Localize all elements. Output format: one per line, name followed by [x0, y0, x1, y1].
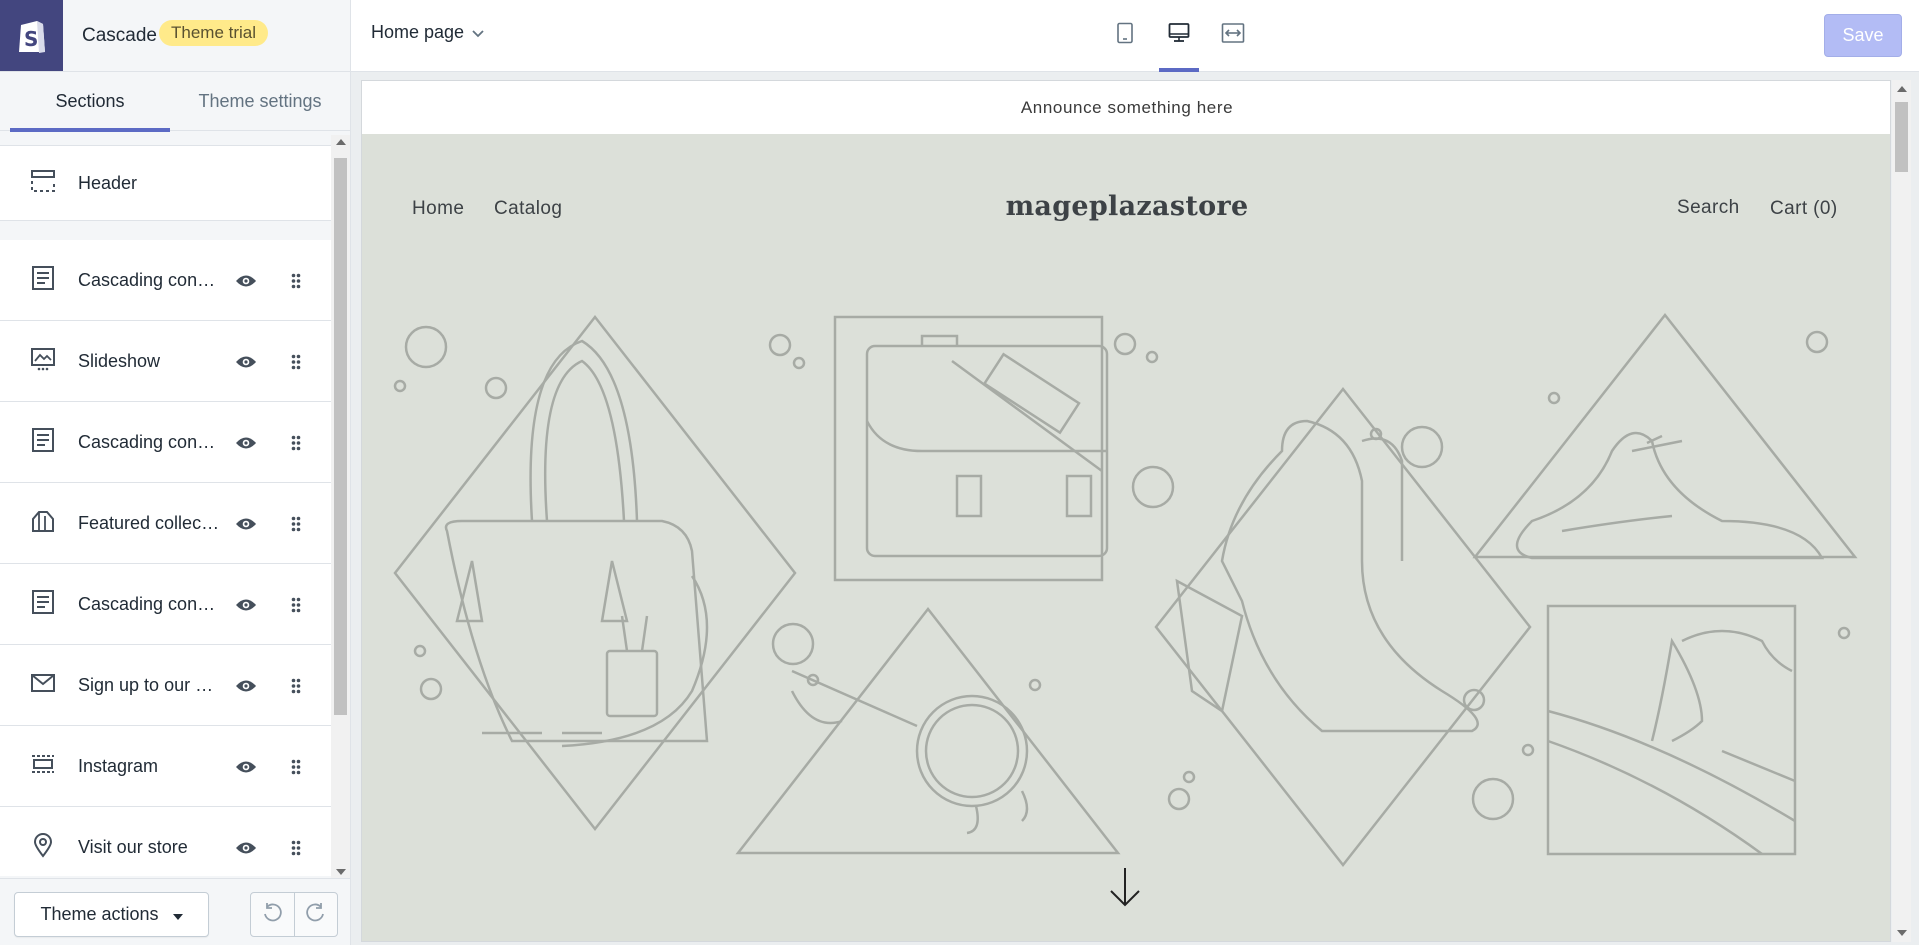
mobile-icon: [1116, 22, 1134, 49]
preview-scrollbar[interactable]: [1892, 80, 1911, 942]
feather-hat-illustration: [1547, 629, 1796, 856]
announcement-bar[interactable]: Announce something here: [362, 81, 1890, 134]
scroll-down-arrow-icon[interactable]: [1108, 866, 1142, 913]
redo-icon: [305, 901, 327, 928]
mobile-view-button[interactable]: [1098, 0, 1152, 71]
briefcase-square-shape: [833, 315, 1104, 582]
section-item-cascading-content-2[interactable]: Cascading conte...: [0, 402, 331, 483]
section-item-header[interactable]: Header: [0, 145, 331, 221]
briefcase-illustration: [865, 334, 1109, 558]
store-nav-cart[interactable]: Cart (0): [1770, 198, 1838, 220]
tab-theme-settings[interactable]: Theme settings: [180, 72, 340, 131]
visibility-eye-icon[interactable]: [233, 511, 259, 537]
decorative-circles: [393, 325, 1851, 821]
drag-handle-icon[interactable]: [286, 512, 306, 536]
drag-handle-icon[interactable]: [286, 674, 306, 698]
sidebar: Sections Theme settings Header Cascading…: [0, 72, 351, 945]
shopify-logo-icon[interactable]: S: [0, 0, 63, 71]
drag-handle-icon[interactable]: [286, 431, 306, 455]
section-label: Visit our store: [78, 836, 188, 857]
section-item-featured-collection[interactable]: Featured collecti...: [0, 483, 331, 564]
text-block-icon: [30, 265, 56, 296]
drag-handle-icon[interactable]: [286, 269, 306, 293]
theme-actions-label: Theme actions: [40, 904, 159, 924]
drag-handle-icon[interactable]: [286, 593, 306, 617]
collection-icon: [30, 508, 56, 539]
section-label: Slideshow: [78, 350, 161, 371]
redo-button[interactable]: [293, 893, 337, 936]
theme-actions-button[interactable]: Theme actions: [14, 892, 209, 937]
top-bar: S Cascade Theme trial Home page Save: [0, 0, 1919, 72]
section-label: Cascading conte...: [78, 593, 220, 614]
section-label: Sign up to our n...: [78, 674, 220, 695]
scrollbar-thumb[interactable]: [334, 158, 347, 715]
sidebar-scrollbar[interactable]: [331, 135, 350, 879]
section-item-cascading-content-1[interactable]: Cascading conte...: [0, 240, 331, 321]
section-label: Header: [78, 172, 138, 193]
visibility-eye-icon[interactable]: [233, 754, 259, 780]
section-label: Cascading conte...: [78, 431, 220, 452]
visibility-eye-icon[interactable]: [233, 673, 259, 699]
undo-button[interactable]: [251, 893, 294, 936]
visibility-eye-icon[interactable]: [233, 349, 259, 375]
scroll-down-arrow-icon[interactable]: [336, 869, 346, 875]
sidebar-tabs: Sections Theme settings: [0, 72, 350, 132]
section-label: Featured collecti...: [78, 512, 220, 533]
glasses-triangle-shape: [735, 606, 1121, 855]
scrollbar-thumb[interactable]: [1895, 102, 1908, 172]
sidebar-footer: Theme actions: [0, 878, 350, 945]
device-switcher: [1098, 0, 1260, 72]
visibility-eye-icon[interactable]: [233, 592, 259, 618]
svg-text:S: S: [24, 27, 38, 51]
tab-sections[interactable]: Sections: [10, 72, 170, 132]
scroll-down-arrow-icon[interactable]: [1897, 930, 1907, 936]
theme-name: Cascade: [82, 25, 157, 46]
section-label: Instagram: [78, 755, 159, 776]
chevron-down-icon: [472, 22, 484, 43]
visibility-eye-icon[interactable]: [233, 268, 259, 294]
text-block-icon: [30, 589, 56, 620]
undo-redo-group: [250, 892, 338, 937]
theme-brand-area: S Cascade Theme trial: [0, 0, 351, 71]
drag-handle-icon[interactable]: [286, 755, 306, 779]
hero-illustration: [393, 312, 1858, 868]
fullscreen-icon: [1221, 22, 1245, 49]
section-label: Cascading conte...: [78, 269, 220, 290]
visibility-eye-icon[interactable]: [233, 835, 259, 861]
drag-handle-icon[interactable]: [286, 836, 306, 860]
drag-handle-icon[interactable]: [286, 350, 306, 374]
glasses-illustration: [790, 669, 1029, 835]
section-item-slideshow[interactable]: Slideshow: [0, 321, 331, 402]
save-button[interactable]: Save: [1824, 14, 1902, 57]
instagram-icon: [30, 751, 56, 782]
shoe-illustration: [1515, 431, 1825, 560]
desktop-icon: [1168, 22, 1190, 49]
location-icon: [30, 832, 56, 863]
section-item-newsletter[interactable]: Sign up to our n...: [0, 645, 331, 726]
store-preview-frame[interactable]: Announce something here Home Catalog mag…: [361, 80, 1891, 942]
handbag-illustration: [444, 339, 709, 748]
undo-icon: [261, 901, 283, 928]
sections-list: Header Cascading conte... Slideshow Casc…: [0, 145, 331, 876]
section-item-visit-our-store[interactable]: Visit our store: [0, 807, 331, 876]
scroll-up-arrow-icon[interactable]: [1897, 86, 1907, 92]
header-icon: [30, 168, 56, 199]
section-item-instagram[interactable]: Instagram: [0, 726, 331, 807]
page-selector[interactable]: Home page: [371, 22, 484, 43]
store-nav-search[interactable]: Search: [1677, 197, 1740, 219]
theme-trial-badge: Theme trial: [159, 20, 269, 46]
boot-illustration: [1175, 419, 1479, 733]
fullscreen-view-button[interactable]: [1206, 0, 1260, 71]
slideshow-icon: [30, 346, 56, 377]
text-block-icon: [30, 427, 56, 458]
store-title[interactable]: mageplazastore: [362, 191, 1890, 222]
scroll-up-arrow-icon[interactable]: [336, 139, 346, 145]
section-item-cascading-content-3[interactable]: Cascading conte...: [0, 564, 331, 645]
page-selector-label: Home page: [371, 22, 465, 42]
caret-down-icon: [172, 904, 183, 925]
mail-icon: [30, 670, 56, 701]
desktop-view-button[interactable]: [1152, 0, 1206, 72]
visibility-eye-icon[interactable]: [233, 430, 259, 456]
